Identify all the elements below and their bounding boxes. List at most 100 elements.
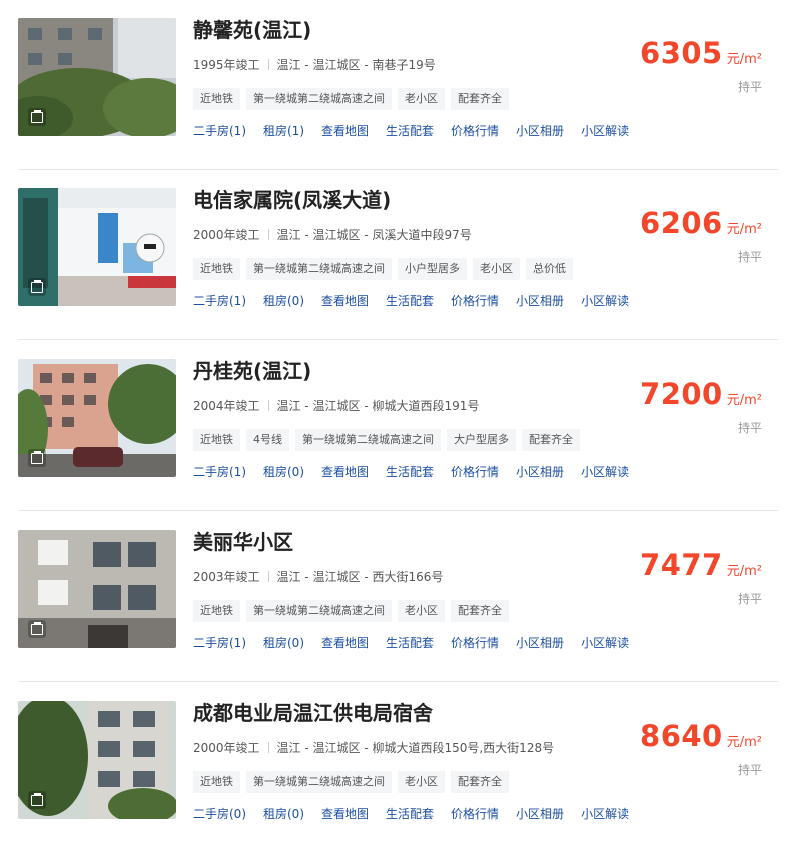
community-name[interactable]: 成都电业局温江供电局宿舍 (193, 697, 433, 726)
average-price: 8640 元/m² (640, 719, 762, 753)
tag: 小户型居多 (398, 258, 467, 280)
price-value: 6206 (640, 206, 723, 240)
address: 温江 - 温江城区 - 柳城大道西段191号 (276, 399, 480, 413)
link-price-trend[interactable]: 价格行情 (451, 634, 499, 651)
link-secondhand[interactable]: 二手房(0) (193, 805, 246, 822)
tag: 近地铁 (193, 429, 240, 451)
price-trend: 持平 (737, 421, 762, 435)
price-unit: 元/m² (726, 393, 762, 408)
link-secondhand[interactable]: 二手房(1) (193, 122, 246, 139)
link-map[interactable]: 查看地图 (321, 634, 369, 651)
tag: 总价低 (526, 258, 573, 280)
link-analysis[interactable]: 小区解读 (581, 634, 629, 651)
action-links: 二手房(1) 租房(0) 查看地图 生活配套 价格行情 小区相册 小区解读 (193, 292, 646, 309)
community-meta: 2000年竣工 温江 - 温江城区 - 凤溪大道中段97号 (193, 226, 472, 243)
link-amenities[interactable]: 生活配套 (386, 292, 434, 309)
link-map[interactable]: 查看地图 (321, 292, 369, 309)
action-links: 二手房(1) 租房(0) 查看地图 生活配套 价格行情 小区相册 小区解读 (193, 463, 646, 480)
address: 温江 - 温江城区 - 柳城大道西段150号,西大街128号 (276, 741, 555, 755)
link-rent[interactable]: 租房(1) (263, 122, 304, 139)
community-meta: 1995年竣工 温江 - 温江城区 - 南巷子19号 (193, 56, 436, 73)
link-secondhand[interactable]: 二手房(1) (193, 463, 246, 480)
link-album[interactable]: 小区相册 (516, 292, 564, 309)
link-map[interactable]: 查看地图 (321, 805, 369, 822)
build-year: 1995年竣工 (193, 58, 260, 72)
tag: 第一绕城第二绕城高速之间 (246, 600, 392, 622)
link-analysis[interactable]: 小区解读 (581, 292, 629, 309)
link-map[interactable]: 查看地图 (321, 463, 369, 480)
link-analysis[interactable]: 小区解读 (581, 463, 629, 480)
community-name[interactable]: 美丽华小区 (193, 526, 293, 555)
list-item[interactable]: 静馨苑(温江) 1995年竣工 温江 - 温江城区 - 南巷子19号 近地铁 第一绕… (0, 0, 786, 170)
list-item[interactable]: 美丽华小区 2003年竣工 温江 - 温江城区 - 西大街166号 近地铁 第一绕城… (0, 512, 786, 682)
link-secondhand[interactable]: 二手房(1) (193, 634, 246, 651)
link-amenities[interactable]: 生活配套 (386, 463, 434, 480)
average-price: 7200 元/m² (640, 377, 762, 411)
community-meta: 2000年竣工 温江 - 温江城区 - 柳城大道西段150号,西大街128号 (193, 739, 554, 756)
price-unit: 元/m² (726, 222, 762, 237)
list-item[interactable]: 成都电业局温江供电局宿舍 2000年竣工 温江 - 温江城区 - 柳城大道西段15… (0, 683, 786, 853)
divider (18, 510, 778, 511)
link-secondhand[interactable]: 二手房(1) (193, 292, 246, 309)
address: 温江 - 温江城区 - 南巷子19号 (276, 58, 436, 72)
action-links: 二手房(0) 租房(0) 查看地图 生活配套 价格行情 小区相册 小区解读 (193, 805, 646, 822)
link-rent[interactable]: 租房(0) (263, 805, 304, 822)
tag-list: 近地铁 第一绕城第二绕城高速之间 老小区 配套齐全 (193, 599, 515, 622)
link-map[interactable]: 查看地图 (321, 122, 369, 139)
tag: 第一绕城第二绕城高速之间 (246, 771, 392, 793)
link-album[interactable]: 小区相册 (516, 634, 564, 651)
price-trend: 持平 (737, 80, 762, 94)
tag: 4号线 (246, 429, 289, 451)
tag: 老小区 (398, 600, 445, 622)
price-value: 8640 (640, 719, 723, 753)
price-unit: 元/m² (726, 735, 762, 750)
album-icon (28, 449, 46, 467)
link-album[interactable]: 小区相册 (516, 122, 564, 139)
price-trend: 持平 (737, 250, 762, 264)
community-photo[interactable] (18, 530, 176, 648)
link-price-trend[interactable]: 价格行情 (451, 292, 499, 309)
link-price-trend[interactable]: 价格行情 (451, 463, 499, 480)
average-price: 7477 元/m² (640, 548, 762, 582)
album-icon (28, 791, 46, 809)
link-amenities[interactable]: 生活配套 (386, 122, 434, 139)
link-rent[interactable]: 租房(0) (263, 463, 304, 480)
price-value: 7200 (640, 377, 723, 411)
tag: 配套齐全 (522, 429, 580, 451)
link-rent[interactable]: 租房(0) (263, 634, 304, 651)
album-icon (28, 620, 46, 638)
tag: 近地铁 (193, 771, 240, 793)
link-price-trend[interactable]: 价格行情 (451, 122, 499, 139)
link-analysis[interactable]: 小区解读 (581, 805, 629, 822)
link-analysis[interactable]: 小区解读 (581, 122, 629, 139)
community-photo[interactable] (18, 359, 176, 477)
album-icon (28, 108, 46, 126)
tag: 配套齐全 (451, 771, 509, 793)
divider (18, 339, 778, 340)
link-amenities[interactable]: 生活配套 (386, 634, 434, 651)
list-item[interactable]: 丹桂苑(温江) 2004年竣工 温江 - 温江城区 - 柳城大道西段191号 近地… (0, 341, 786, 511)
community-photo[interactable] (18, 18, 176, 136)
tag: 老小区 (473, 258, 520, 280)
link-album[interactable]: 小区相册 (516, 805, 564, 822)
price-trend: 持平 (737, 763, 762, 777)
tag: 第一绕城第二绕城高速之间 (246, 88, 392, 110)
album-icon (28, 278, 46, 296)
community-photo[interactable] (18, 188, 176, 306)
average-price: 6206 元/m² (640, 206, 762, 240)
tag: 第一绕城第二绕城高速之间 (295, 429, 441, 451)
link-album[interactable]: 小区相册 (516, 463, 564, 480)
community-photo[interactable] (18, 701, 176, 819)
link-rent[interactable]: 租房(0) (263, 292, 304, 309)
link-price-trend[interactable]: 价格行情 (451, 805, 499, 822)
build-year: 2000年竣工 (193, 228, 260, 242)
price-trend: 持平 (737, 592, 762, 606)
build-year: 2003年竣工 (193, 570, 260, 584)
list-item[interactable]: 电信家属院(凤溪大道) 2000年竣工 温江 - 温江城区 - 凤溪大道中段97号… (0, 170, 786, 340)
tag-list: 近地铁 第一绕城第二绕城高速之间 老小区 配套齐全 (193, 770, 515, 793)
link-amenities[interactable]: 生活配套 (386, 805, 434, 822)
build-year: 2004年竣工 (193, 399, 260, 413)
community-name[interactable]: 电信家属院(凤溪大道) (193, 184, 391, 213)
community-name[interactable]: 丹桂苑(温江) (193, 355, 311, 384)
community-name[interactable]: 静馨苑(温江) (193, 14, 311, 43)
